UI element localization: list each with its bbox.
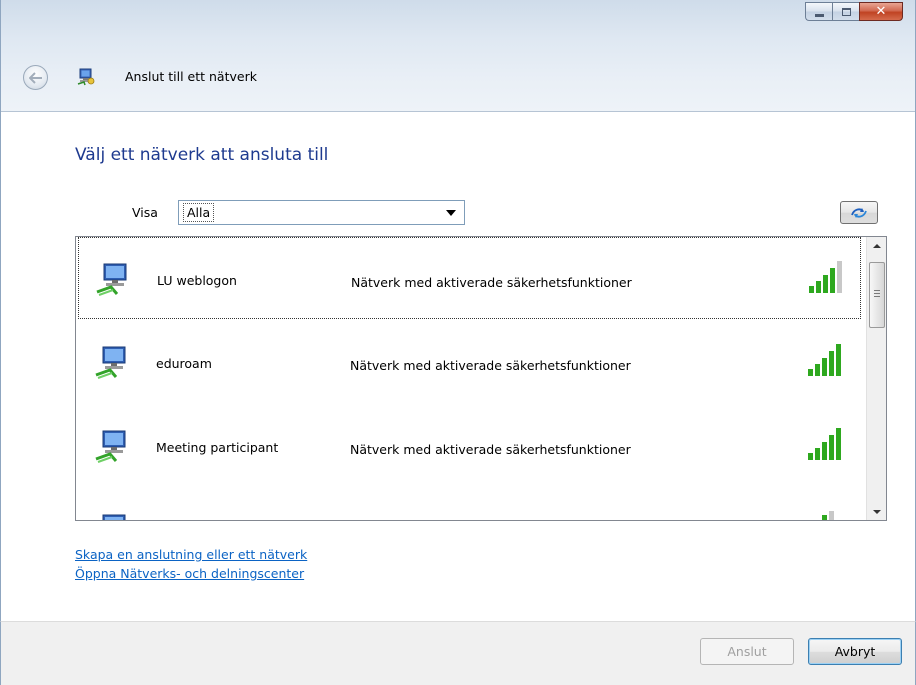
network-security-status: Nätverk med aktiverade säkerhetsfunktion… <box>351 275 632 290</box>
signal-strength-icon <box>809 261 842 293</box>
grip-line <box>874 290 880 291</box>
page-title: Välj ett nätverk att ansluta till <box>75 145 329 165</box>
window-controls: ✕ <box>805 2 903 21</box>
network-security-status: Nätverk med aktiverade säkerhetsfunktion… <box>350 442 631 457</box>
refresh-icon <box>851 207 867 218</box>
network-wizard-icon <box>77 68 95 86</box>
network-list-scrollbar[interactable] <box>866 237 886 520</box>
network-item-partial[interactable] <box>78 489 861 520</box>
network-name: eduroam <box>156 356 212 371</box>
show-filter-dropdown[interactable]: Alla <box>178 200 465 225</box>
close-icon: ✕ <box>875 4 887 19</box>
scroll-thumb[interactable] <box>869 262 885 328</box>
maximize-button[interactable] <box>832 2 859 21</box>
back-button[interactable] <box>23 65 48 90</box>
grip-line <box>874 296 880 297</box>
arrow-up-icon <box>872 243 881 248</box>
network-list[interactable]: LU weblogon Nätverk med aktiverade säker… <box>75 236 887 521</box>
grip-line <box>874 293 880 294</box>
refresh-button[interactable] <box>840 201 878 224</box>
minimize-button[interactable] <box>805 2 832 21</box>
wireless-network-icon <box>96 263 127 296</box>
cancel-button[interactable]: Avbryt <box>808 638 902 665</box>
network-name: Meeting participant <box>156 440 279 455</box>
show-filter-value: Alla <box>183 203 215 222</box>
scroll-down-button[interactable] <box>867 503 886 520</box>
network-item-meeting-participant[interactable]: Meeting participant Nätverk med aktivera… <box>78 405 861 487</box>
network-name: LU weblogon <box>157 273 237 288</box>
signal-strength-icon <box>808 428 841 460</box>
back-arrow-icon <box>28 71 42 84</box>
wireless-network-icon <box>102 514 126 520</box>
create-connection-link[interactable]: Skapa en anslutning eller ett nätverk <box>75 547 307 562</box>
arrow-down-icon <box>872 509 881 514</box>
chevron-down-icon <box>446 210 456 216</box>
scroll-up-button[interactable] <box>867 237 886 254</box>
wireless-network-icon <box>95 346 126 379</box>
maximize-icon <box>841 7 851 16</box>
connect-button[interactable]: Anslut <box>700 638 794 665</box>
signal-strength-icon <box>808 344 841 376</box>
close-button[interactable]: ✕ <box>859 2 903 21</box>
open-network-center-link[interactable]: Öppna Nätverks- och delningscenter <box>75 566 304 581</box>
wireless-network-icon <box>95 430 126 463</box>
wizard-footer: Anslut Avbryt <box>0 621 916 685</box>
show-label: Visa <box>132 205 158 220</box>
minimize-icon <box>814 13 824 17</box>
window-titlebar: ✕ Anslut till ett nätverk <box>0 0 916 112</box>
network-security-status: Nätverk med aktiverade säkerhetsfunktion… <box>350 358 631 373</box>
network-item-eduroam[interactable]: eduroam Nätverk med aktiverade säkerhets… <box>78 321 861 403</box>
signal-strength-icon <box>822 511 834 520</box>
wizard-title: Anslut till ett nätverk <box>125 69 257 84</box>
window-border-left <box>0 112 1 621</box>
network-item-lu-weblogon[interactable]: LU weblogon Nätverk med aktiverade säker… <box>78 237 861 319</box>
